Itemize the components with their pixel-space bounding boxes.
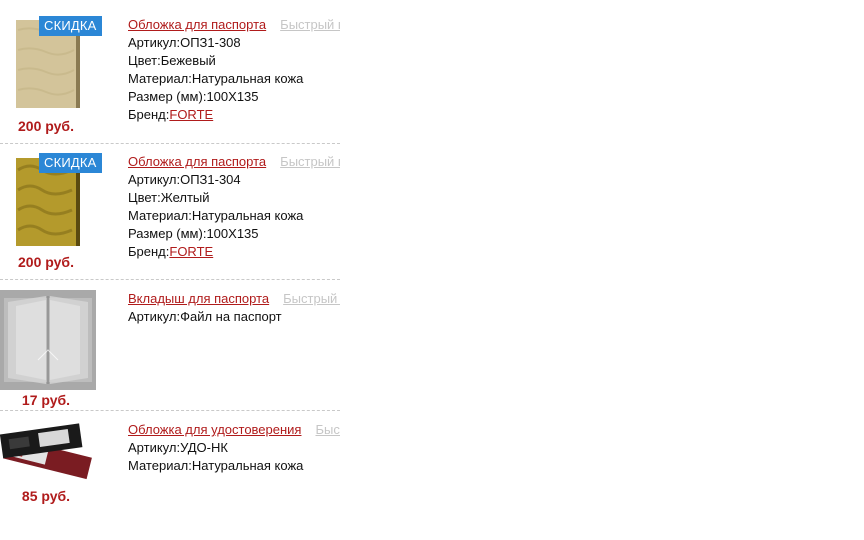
passport-insert-image [0,290,96,390]
product-title-row: Обложка для удостоверения Быст [128,421,340,439]
attr-label: Артикул: [128,172,181,187]
product-title-row: Обложка для паспорта Быстрый п [128,153,340,171]
product-material: Материал:Натуральная кожа [128,207,340,225]
attr-value: УДО-НК [180,440,228,455]
product-info: Обложка для паспорта Быстрый п Артикул:ОП… [128,16,340,124]
product-title-row: Обложка для паспорта Быстрый п [128,16,340,34]
product-price: 200 руб. [18,118,74,134]
brand-link[interactable]: FORTE [169,244,213,259]
attr-label: Материал: [128,208,192,223]
product-item: 17 руб. Вкладыш для паспорта Быстрый п Ар… [0,280,340,410]
product-item: 85 руб. Обложка для удостоверения Быст Ар… [0,411,340,540]
product-title-row: Вкладыш для паспорта Быстрый п [128,290,340,308]
attr-value: ОПЗ1-304 [180,172,241,187]
product-title-link[interactable]: Вкладыш для паспорта [128,291,269,306]
attr-label: Артикул: [128,35,181,50]
product-brand: Бренд:FORTE [128,106,340,124]
quick-view-link[interactable]: Быстрый п [280,17,340,32]
quick-view-link[interactable]: Быстрый п [280,154,340,169]
product-list: СКИДКА 200 руб. Обложка для паспорта Быст… [0,0,340,540]
attr-label: Размер (мм): [128,89,207,104]
product-brand: Бренд:FORTE [128,243,340,261]
attr-value: Желтый [160,190,210,205]
product-sku: Артикул:ОПЗ1-304 [128,171,340,189]
attr-label: Цвет: [128,190,161,205]
attr-value: 100X135 [206,89,259,104]
product-sku: Артикул:УДО-НК [128,439,340,457]
product-sku: Артикул:Файл на паспорт [128,308,340,326]
attr-label: Материал: [128,71,192,86]
attr-value: Бежевый [160,53,216,68]
discount-badge: СКИДКА [39,16,102,36]
product-size: Размер (мм):100X135 [128,88,340,106]
product-color: Цвет:Бежевый [128,52,340,70]
product-title-link[interactable]: Обложка для паспорта [128,154,266,169]
brand-link[interactable]: FORTE [169,107,213,122]
product-sku: Артикул:ОПЗ1-308 [128,34,340,52]
attr-label: Материал: [128,458,192,473]
product-material: Материал:Натуральная кожа [128,70,340,88]
attr-label: Артикул: [128,309,181,324]
product-image[interactable] [0,290,96,390]
quick-view-link[interactable]: Быстрый п [283,291,340,306]
attr-value: Натуральная кожа [191,208,304,223]
id-cover-image [0,417,96,487]
attr-label: Бренд: [128,244,170,259]
product-info: Обложка для удостоверения Быст Артикул:УД… [128,421,340,475]
attr-value: 100X135 [206,226,259,241]
product-title-link[interactable]: Обложка для удостоверения [128,422,301,437]
product-info: Обложка для паспорта Быстрый п Артикул:ОП… [128,153,340,261]
attr-label: Бренд: [128,107,170,122]
product-price: 85 руб. [21,488,71,504]
attr-value: ОПЗ1-308 [180,35,241,50]
product-material: Материал:Натуральная кожа [128,457,340,475]
product-info: Вкладыш для паспорта Быстрый п Артикул:Фа… [128,290,340,326]
product-size: Размер (мм):100X135 [128,225,340,243]
product-item: СКИДКА 200 руб. Обложка для паспорта Быст… [0,144,340,279]
attr-label: Размер (мм): [128,226,207,241]
attr-label: Цвет: [128,53,161,68]
product-price: 17 руб. [21,392,71,408]
product-item: СКИДКА 200 руб. Обложка для паспорта Быст… [0,0,340,143]
attr-value: Натуральная кожа [191,458,304,473]
product-image[interactable] [0,417,96,487]
attr-value: Файл на паспорт [180,309,282,324]
product-title-link[interactable]: Обложка для паспорта [128,17,266,32]
attr-value: Натуральная кожа [191,71,304,86]
product-price: 200 руб. [18,254,74,270]
quick-view-link[interactable]: Быст [315,422,340,437]
discount-badge: СКИДКА [39,153,102,173]
attr-label: Артикул: [128,440,181,455]
product-color: Цвет:Желтый [128,189,340,207]
